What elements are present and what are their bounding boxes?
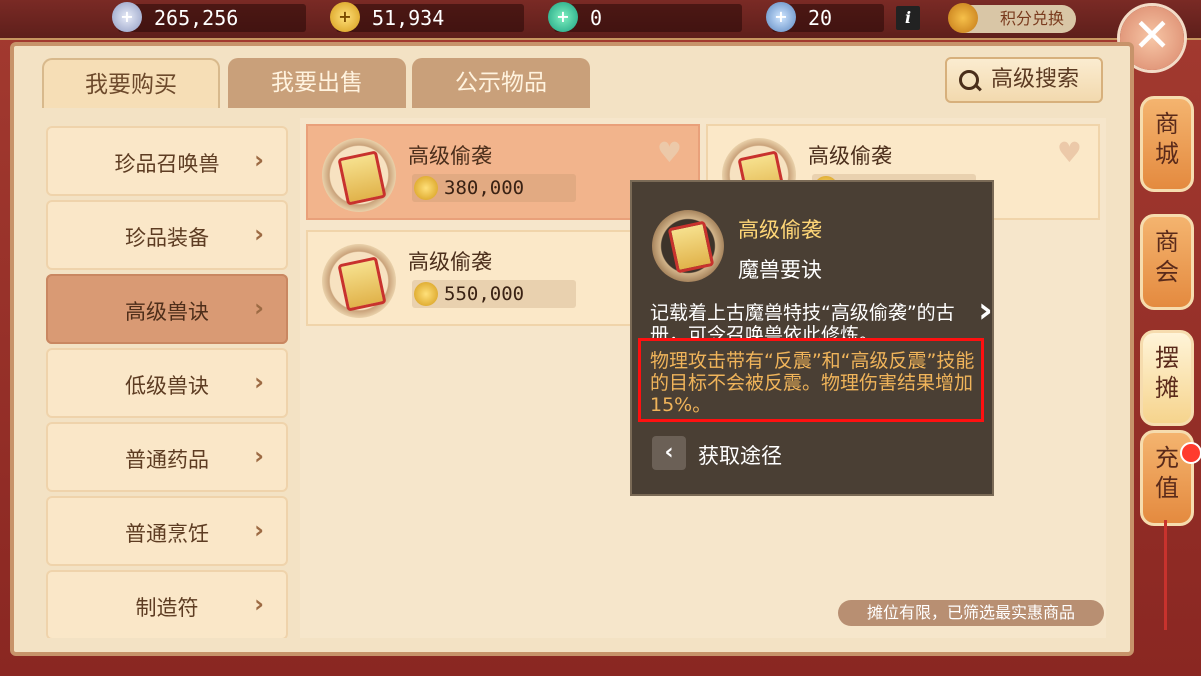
currency-jade[interactable]: + 0 — [548, 2, 742, 32]
chevron-right-icon: › — [254, 442, 264, 470]
tab-sell[interactable]: 我要出售 — [228, 58, 406, 108]
category-sidebar: 珍品召唤兽 › 珍品装备 › 高级兽诀 › 低级兽诀 › 普通药品 › 普通烹饪… — [46, 118, 288, 638]
chevron-left-icon[interactable]: ‹ — [652, 436, 686, 470]
category-label: 制造符 — [135, 596, 199, 620]
rail-label: 商会 — [1155, 228, 1179, 286]
currency-value: 51,934 — [372, 6, 445, 30]
advanced-search-label: 高级搜索 — [991, 67, 1080, 92]
listing-price: 550,000 — [412, 280, 576, 308]
chevron-right-icon: › — [254, 220, 264, 248]
category-label: 珍品装备 — [125, 226, 209, 250]
listing-name: 高级偷袭 — [808, 144, 892, 168]
price-amount: 380,000 — [444, 177, 525, 199]
dream-coin-icon — [414, 176, 438, 200]
category-label: 珍品召唤兽 — [114, 152, 220, 176]
currency-treasure[interactable]: + 20 — [766, 2, 884, 32]
rail-mall-button[interactable]: 商城 — [1140, 96, 1194, 192]
skill-book-icon — [322, 244, 396, 318]
category-label: 普通烹饪 — [125, 522, 209, 546]
search-icon — [959, 70, 979, 90]
rail-label: 商城 — [1155, 110, 1179, 168]
info-button[interactable]: i — [896, 6, 920, 30]
rail-label: 充值 — [1155, 444, 1179, 502]
treasure-icon: + — [766, 2, 796, 32]
silver-coin-icon: + — [112, 2, 142, 32]
skill-book-icon — [322, 138, 396, 212]
acquire-source-button[interactable]: 获取途径 — [698, 440, 782, 470]
listing-price: 380,000 — [412, 174, 576, 202]
rail-label: 摆摊 — [1155, 344, 1179, 402]
currency-value: 20 — [808, 6, 833, 30]
rail-stall-button[interactable]: 摆摊 — [1140, 330, 1194, 426]
advanced-search-button[interactable]: 高级搜索 — [945, 57, 1103, 103]
top-resource-bar: + 265,256 + 51,934 + 0 + 20 i 积分兑换 — [0, 0, 1201, 40]
category-label: 低级兽诀 — [125, 374, 209, 398]
tooltip-description: 记载着上古魔兽特技“高级偷袭”的古册，可令召唤兽依此修炼。 — [650, 302, 955, 340]
money-bag-icon — [948, 3, 978, 33]
currency-value: 0 — [590, 6, 603, 30]
skill-book-icon — [652, 210, 724, 282]
category-item[interactable]: 低级兽诀 › — [46, 348, 288, 418]
dream-coin-icon: + — [330, 2, 360, 32]
price-amount: 550,000 — [444, 283, 525, 305]
tooltip-item-name: 高级偷袭 — [738, 218, 822, 242]
dream-coin-icon — [414, 282, 438, 306]
listing-name: 高级偷袭 — [408, 144, 492, 168]
category-item-selected[interactable]: 高级兽诀 › — [46, 274, 288, 344]
item-tooltip: 高级偷袭 魔兽要诀 记载着上古魔兽特技“高级偷袭”的古册，可令召唤兽依此修炼。 … — [630, 180, 994, 496]
category-item[interactable]: 珍品召唤兽 › — [46, 126, 288, 196]
chevron-right-icon: › — [254, 294, 264, 322]
chevron-right-icon: › — [254, 590, 264, 618]
rail-guild-button[interactable]: 商会 — [1140, 214, 1194, 310]
points-exchange-label: 积分兑换 — [999, 9, 1064, 28]
chevron-right-icon[interactable]: › — [978, 290, 993, 331]
tab-buy[interactable]: 我要购买 — [42, 58, 220, 108]
category-label: 普通药品 — [125, 448, 209, 472]
currency-value: 265,256 — [154, 6, 239, 30]
currency-dream[interactable]: + 51,934 — [330, 2, 524, 32]
highlight-box — [638, 338, 984, 422]
category-label: 高级兽诀 — [125, 300, 209, 324]
tassel-decoration — [1164, 520, 1167, 630]
category-item[interactable]: 普通烹饪 › — [46, 496, 288, 566]
notification-dot — [1180, 442, 1201, 464]
chevron-right-icon: › — [254, 516, 264, 544]
points-exchange-button[interactable]: 积分兑换 — [948, 3, 1076, 33]
stall-notice: 摊位有限，已筛选最实惠商品 — [838, 600, 1104, 626]
tab-public-items[interactable]: 公示物品 — [412, 58, 590, 108]
tooltip-item-category: 魔兽要诀 — [738, 258, 822, 282]
currency-silver[interactable]: + 265,256 — [112, 2, 306, 32]
chevron-right-icon: › — [254, 146, 264, 174]
chevron-right-icon: › — [254, 368, 264, 396]
category-item[interactable]: 珍品装备 › — [46, 200, 288, 270]
jade-icon: + — [548, 2, 578, 32]
category-item[interactable]: 制造符 › — [46, 570, 288, 638]
favorite-heart-icon[interactable]: ♥ — [657, 136, 682, 169]
favorite-heart-icon[interactable]: ♥ — [1057, 136, 1082, 169]
category-item[interactable]: 普通药品 › — [46, 422, 288, 492]
listing-name: 高级偷袭 — [408, 250, 492, 274]
